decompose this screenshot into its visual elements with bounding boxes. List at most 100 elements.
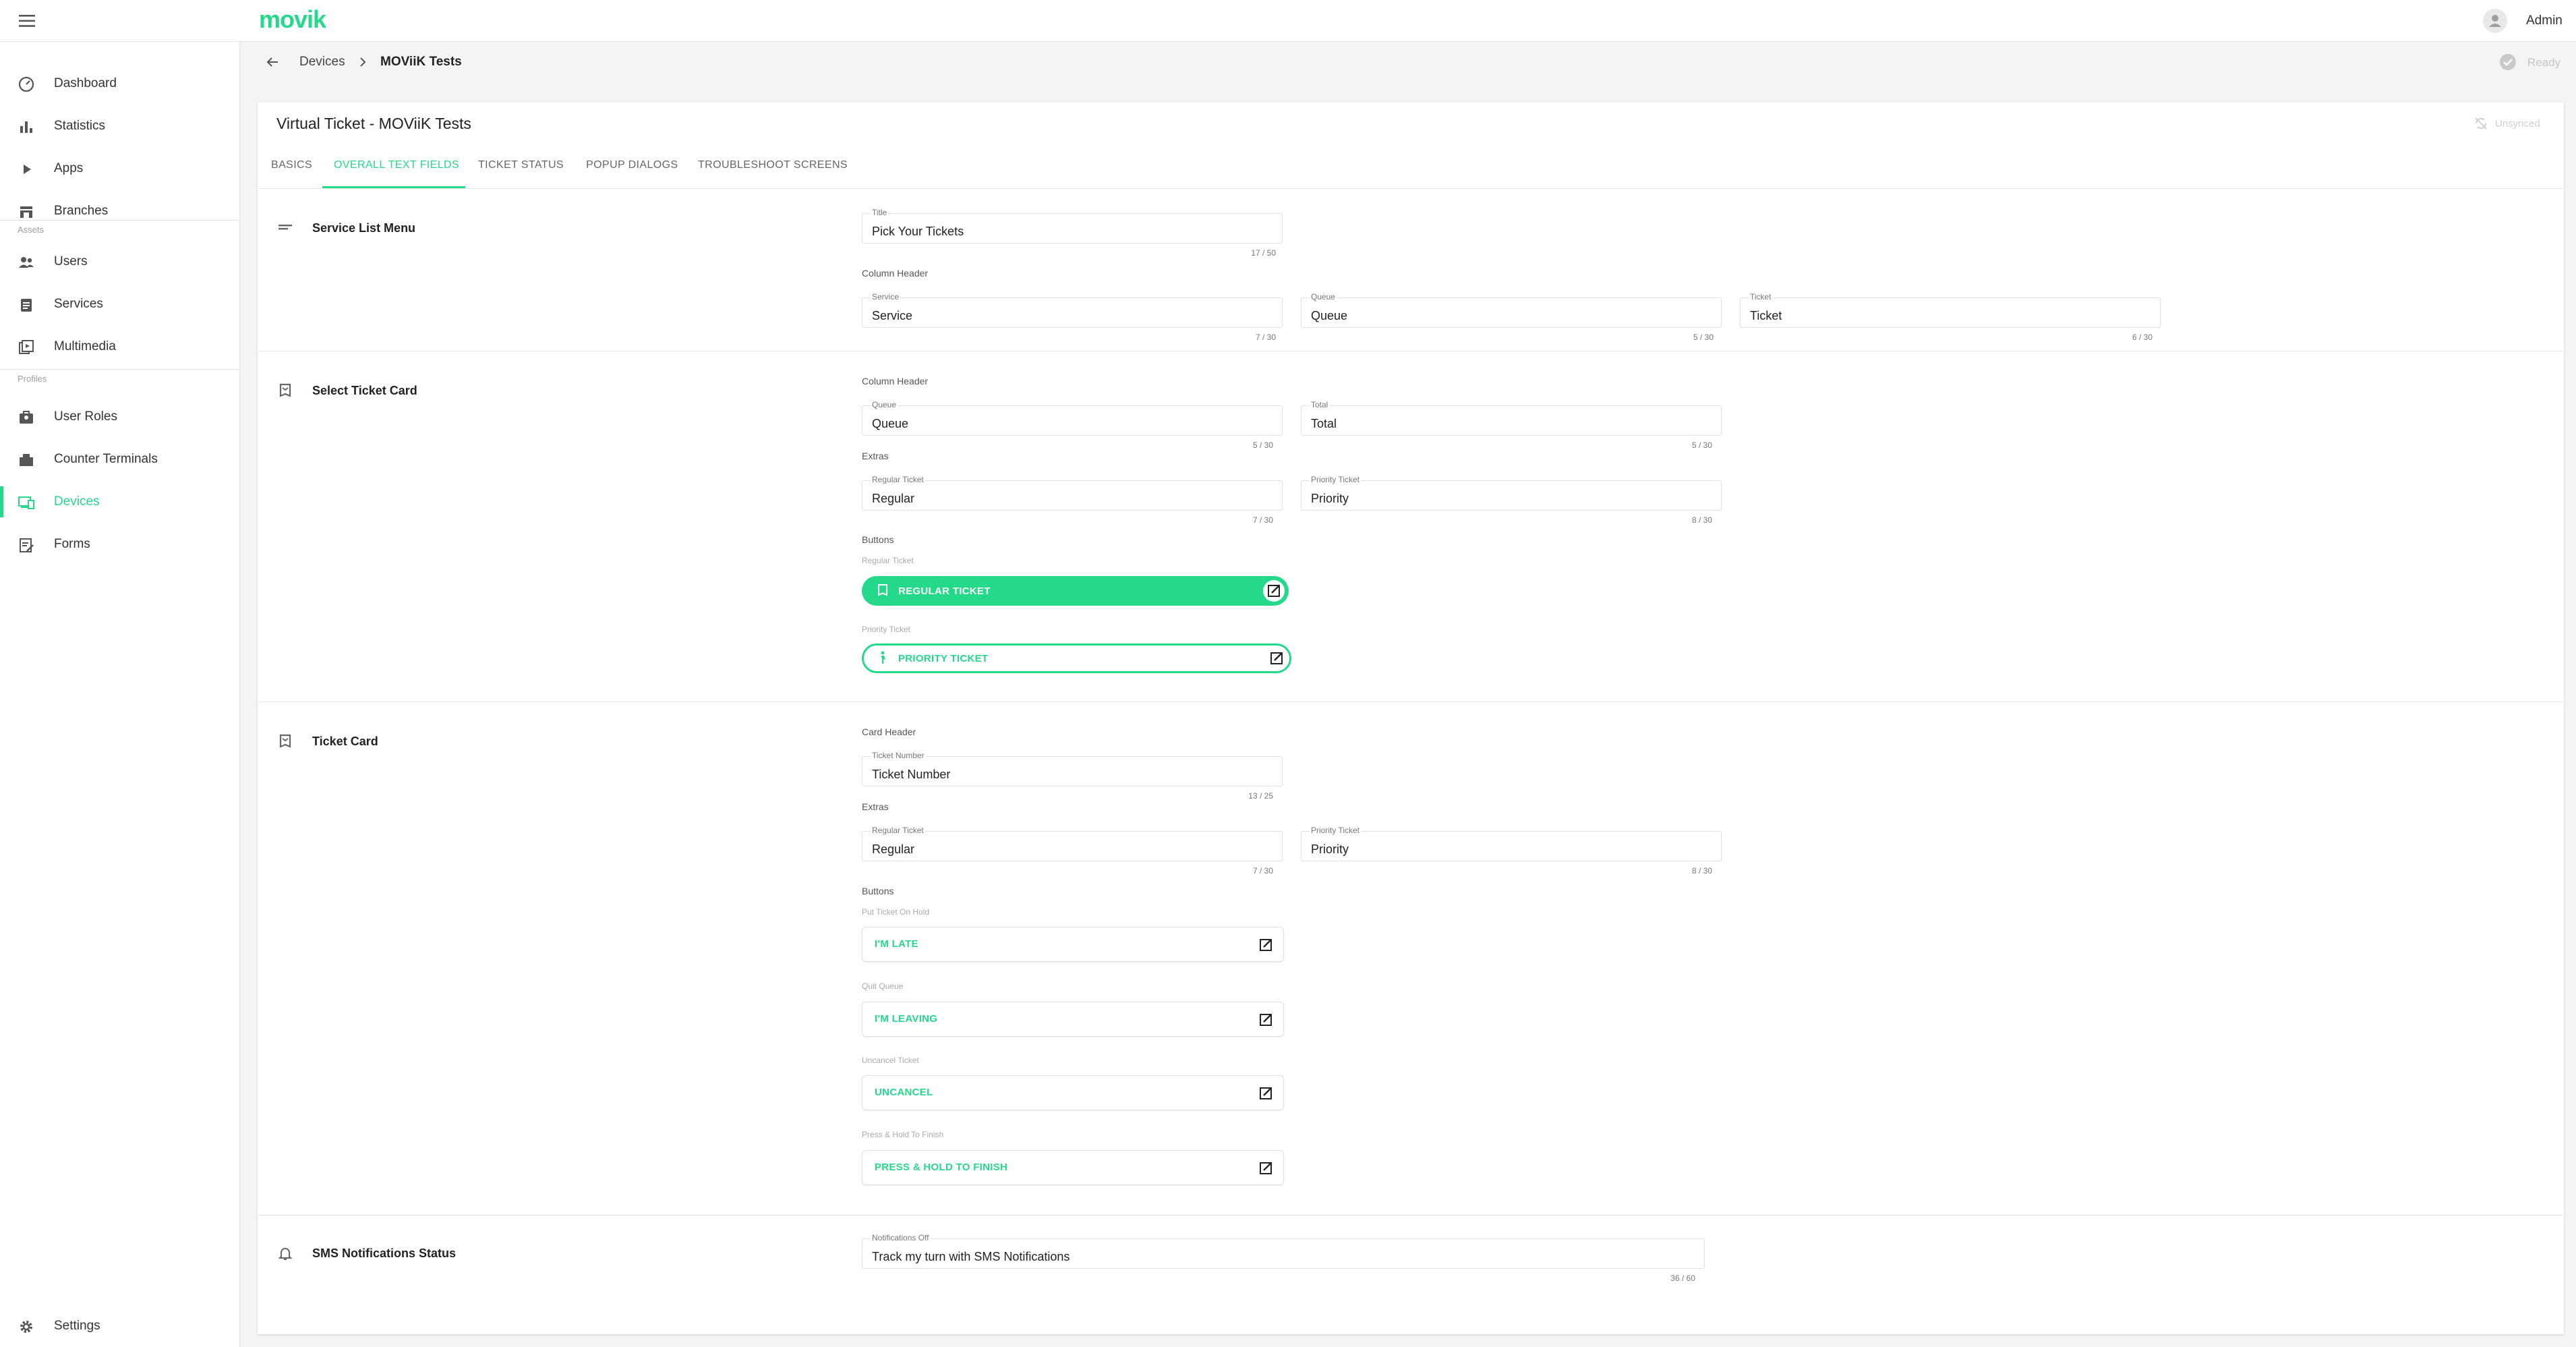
user-name[interactable]: Admin — [2526, 13, 2563, 28]
sidebar-item-label: User Roles — [54, 409, 117, 424]
char-counter: 36 / 60 — [1670, 1273, 1695, 1283]
press-hold-finish-button[interactable]: PRESS & HOLD TO FINISH — [862, 1150, 1284, 1185]
sidebar-item-label: Apps — [54, 161, 84, 175]
sidebar-item-devices[interactable]: Devices — [0, 481, 239, 523]
page-title: Virtual Ticket - MOViiK Tests — [276, 115, 471, 132]
ticket-number-field[interactable]: Ticket Number — [862, 751, 1283, 786]
section-label-assets: Assets — [18, 225, 45, 235]
queue-input[interactable] — [862, 406, 1282, 435]
sidebar-item-dashboard[interactable]: Dashboard — [0, 63, 239, 105]
notifications-off-input[interactable] — [862, 1239, 1704, 1268]
ticket-number-input[interactable] — [862, 757, 1282, 786]
char-counter: 7 / 30 — [1252, 515, 1273, 525]
forms-icon — [20, 538, 34, 552]
group-label-extras: Extras — [862, 801, 889, 812]
section-title-service-list-menu: Service List Menu — [312, 221, 416, 235]
sidebar-item-services[interactable]: Services — [0, 283, 239, 325]
priority-ticket-field[interactable]: Priority Ticket — [1301, 826, 1722, 861]
button-text: I'M LEAVING — [875, 1013, 938, 1025]
char-counter: 5 / 30 — [1252, 440, 1273, 450]
priority-ticket-input[interactable] — [1301, 832, 1721, 861]
priority-ticket-button[interactable]: PRIORITY TICKET — [862, 643, 1291, 673]
sidebar-item-label: Branches — [54, 204, 109, 218]
sidebar-item-forms[interactable]: Forms — [0, 523, 239, 565]
sidebar-item-label: Dashboard — [54, 76, 117, 90]
section-title-ticket-card: Ticket Card — [312, 735, 378, 748]
im-late-button[interactable]: I'M LATE — [862, 927, 1284, 962]
edit-button[interactable] — [1266, 648, 1287, 669]
total-input[interactable] — [1301, 406, 1721, 435]
user-roles-icon — [20, 411, 33, 424]
notifications-off-field[interactable]: Notifications Off — [862, 1233, 1705, 1269]
back-arrow-icon[interactable] — [264, 54, 281, 70]
service-field[interactable]: Service — [862, 292, 1283, 328]
ticket-icon — [878, 584, 887, 596]
queue-field[interactable]: Queue — [862, 400, 1283, 436]
sidebar-item-statistics[interactable]: Statistics — [0, 105, 239, 147]
button-label-finish: Press & Hold To Finish — [862, 1130, 944, 1139]
bell-icon — [278, 1248, 293, 1260]
sidebar-item-label: Counter Terminals — [54, 452, 158, 466]
button-text: PRIORITY TICKET — [898, 652, 989, 664]
button-label-hold: Put Ticket On Hold — [862, 907, 930, 917]
sidebar-item-label: Services — [54, 297, 103, 311]
tab-troubleshoot-screens[interactable]: TROUBLESHOOT SCREENS — [698, 159, 848, 171]
title-field[interactable]: Title — [862, 208, 1283, 243]
regular-ticket-button[interactable]: REGULAR TICKET — [862, 576, 1289, 606]
sidebar-item-apps[interactable]: Apps — [0, 148, 239, 190]
button-label-regular-ticket: Regular Ticket — [862, 556, 914, 565]
button-text: PRESS & HOLD TO FINISH — [875, 1162, 1008, 1173]
edit-icon[interactable] — [1256, 936, 1275, 954]
uncancel-button[interactable]: UNCANCEL — [862, 1075, 1284, 1110]
group-label-card-header: Card Header — [862, 726, 916, 737]
settings-icon — [20, 1321, 32, 1333]
sidebar-item-settings[interactable]: Settings — [0, 1305, 239, 1347]
user-icon — [2489, 15, 2501, 27]
im-leaving-button[interactable]: I'M LEAVING — [862, 1002, 1284, 1037]
tab-ticket-status[interactable]: TICKET STATUS — [478, 159, 564, 171]
priority-ticket-input[interactable] — [1301, 481, 1721, 510]
sidebar-item-counter-terminals[interactable]: Counter Terminals — [0, 438, 239, 480]
ticket-icon — [279, 734, 291, 748]
branches-icon — [20, 206, 32, 218]
counter-terminals-icon — [20, 454, 33, 466]
sidebar-item-label: Users — [54, 254, 88, 268]
priority-ticket-field[interactable]: Priority Ticket — [1301, 475, 1722, 511]
app-logo: movik — [259, 5, 326, 33]
tab-popup-dialogs[interactable]: POPUP DIALOGS — [586, 159, 678, 171]
queue-field[interactable]: Queue — [1301, 292, 1722, 328]
sidebar-divider — [0, 369, 239, 370]
menu-icon[interactable] — [19, 15, 35, 27]
service-input[interactable] — [862, 298, 1282, 327]
char-counter: 13 / 25 — [1248, 791, 1273, 801]
total-field[interactable]: Total — [1301, 400, 1722, 436]
tab-basics[interactable]: BASICS — [271, 159, 312, 171]
group-label-extras: Extras — [862, 451, 889, 461]
ticket-field[interactable]: Ticket — [1740, 292, 2161, 328]
ticket-input[interactable] — [1740, 298, 2160, 327]
group-label-buttons: Buttons — [862, 886, 894, 896]
regular-ticket-field[interactable]: Regular Ticket — [862, 475, 1283, 511]
edit-icon[interactable] — [1256, 1159, 1275, 1178]
edit-button[interactable] — [1263, 580, 1285, 602]
section-divider — [258, 701, 2563, 702]
edit-icon[interactable] — [1256, 1010, 1275, 1029]
sidebar-item-users[interactable]: Users — [0, 241, 239, 283]
devices-icon — [18, 496, 34, 509]
sidebar-item-user-roles[interactable]: User Roles — [0, 396, 239, 438]
avatar[interactable] — [2483, 9, 2507, 33]
sidebar-item-multimedia[interactable]: Multimedia — [0, 326, 239, 368]
regular-ticket-input[interactable] — [862, 481, 1282, 510]
edit-icon[interactable] — [1256, 1084, 1275, 1103]
title-input[interactable] — [862, 214, 1282, 243]
statistics-icon — [20, 121, 32, 133]
char-counter: 5 / 30 — [1693, 333, 1714, 342]
check-circle-icon — [2500, 54, 2516, 70]
tab-overall-text-fields[interactable]: OVERALL TEXT FIELDS — [334, 159, 459, 171]
edit-icon — [1270, 652, 1283, 664]
char-counter: 7 / 30 — [1252, 866, 1273, 876]
breadcrumb-parent[interactable]: Devices — [299, 55, 345, 69]
regular-ticket-field[interactable]: Regular Ticket — [862, 826, 1283, 861]
regular-ticket-input[interactable] — [862, 832, 1282, 861]
queue-input[interactable] — [1301, 298, 1721, 327]
